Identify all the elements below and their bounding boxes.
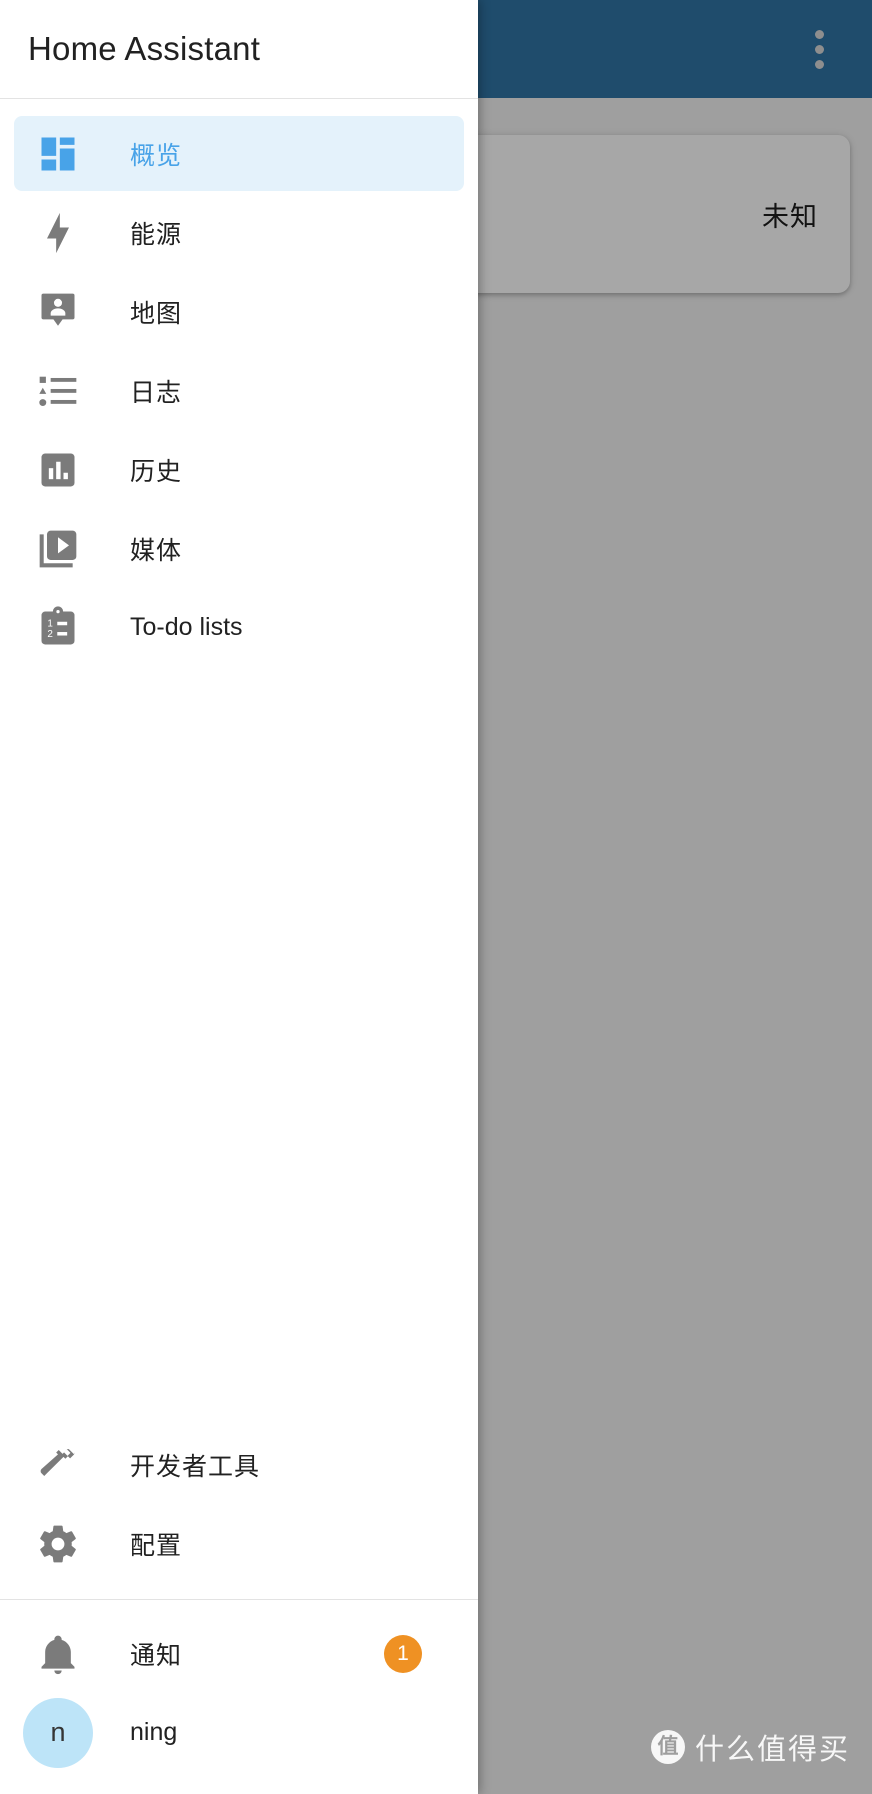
format-list-bulleted-type-icon [34, 367, 82, 415]
sidebar-item-label: 地图 [130, 299, 183, 328]
sidebar-item-label: 开发者工具 [130, 1452, 261, 1481]
app-root: 未知 值 什么值得买 Home Assistant 概览 能源 地图 日志 历史… [0, 0, 872, 1794]
sidebar-item-label: 配置 [130, 1531, 183, 1560]
sidebar-item-todo-lists[interactable]: 1 2 To-do lists [14, 590, 464, 665]
map-marker-account-icon [34, 288, 82, 336]
bell-icon [34, 1630, 82, 1678]
sidebar-item-developer-tools[interactable]: 开发者工具 [14, 1427, 464, 1502]
svg-text:2: 2 [47, 629, 53, 640]
sidebar-item-label: 概览 [130, 141, 183, 170]
sidebar-item-label: To-do lists [130, 613, 243, 641]
chart-box-icon [34, 446, 82, 494]
sidebar-item-label: 能源 [130, 220, 183, 249]
sidebar-item-settings[interactable]: 配置 [14, 1506, 464, 1581]
sidebar-item-energy[interactable]: 能源 [14, 195, 464, 270]
drawer-main-nav: 概览 能源 地图 日志 历史 媒体 1 2 To-do lists [0, 99, 478, 669]
navigation-drawer: Home Assistant 概览 能源 地图 日志 历史 媒体 1 2 To-… [0, 0, 478, 1794]
sidebar-item-label: 日志 [130, 378, 183, 407]
sidebar-item-label: 通知 [130, 1641, 183, 1670]
avatar: n [23, 1697, 93, 1768]
sidebar-item-label: 媒体 [130, 536, 183, 565]
clipboard-list-icon: 1 2 [34, 604, 82, 652]
sidebar-item-label: 历史 [130, 457, 183, 486]
hammer-icon [34, 1441, 82, 1489]
play-box-multiple-icon [34, 525, 82, 573]
drawer-bottom-nav: 通知 1 n ning [0, 1599, 478, 1794]
svg-text:1: 1 [47, 618, 53, 629]
sidebar-item-notifications[interactable]: 通知 1 [14, 1616, 464, 1691]
user-name: ning [130, 1718, 178, 1746]
page-title: Home Assistant [28, 30, 261, 67]
sidebar-item-logbook[interactable]: 日志 [14, 353, 464, 428]
lightning-bolt-icon [34, 209, 82, 257]
notification-badge: 1 [384, 1634, 422, 1673]
drawer-tools-nav: 开发者工具 配置 [0, 1423, 478, 1599]
sidebar-item-history[interactable]: 历史 [14, 432, 464, 507]
sidebar-item-user-profile[interactable]: n ning [14, 1695, 464, 1770]
drawer-header: Home Assistant [0, 0, 478, 99]
view-dashboard-icon [34, 130, 82, 178]
sidebar-item-map[interactable]: 地图 [14, 274, 464, 349]
sidebar-item-overview[interactable]: 概览 [14, 116, 464, 191]
cog-icon [34, 1520, 82, 1568]
sidebar-item-media[interactable]: 媒体 [14, 511, 464, 586]
drawer-spacer [0, 669, 478, 1423]
